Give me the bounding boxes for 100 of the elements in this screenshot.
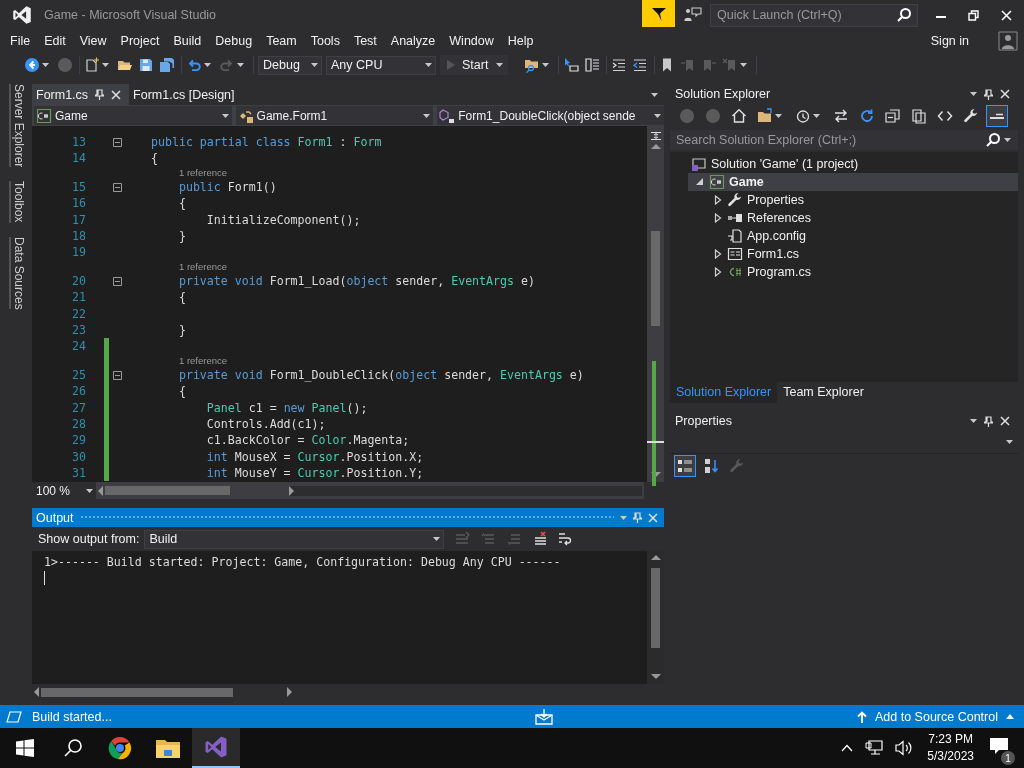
caret-icon[interactable] — [496, 63, 504, 67]
add-to-source-control-button[interactable]: Add to Source Control — [857, 709, 1014, 724]
close-icon[interactable] — [1000, 89, 1010, 99]
toolbar-button[interactable] — [159, 57, 175, 73]
caret-icon[interactable] — [651, 92, 658, 97]
menu-item[interactable]: Test — [346, 32, 384, 50]
menu-item[interactable]: Debug — [208, 32, 260, 50]
search-icon[interactable] — [64, 739, 82, 757]
tree-item[interactable]: Solution 'Game' (1 project) — [670, 155, 1018, 173]
restore-icon[interactable] — [968, 9, 979, 21]
search-icon[interactable] — [986, 133, 1000, 147]
caret-icon[interactable] — [654, 113, 661, 118]
collapse-icon[interactable] — [112, 182, 122, 192]
chevron-up-icon[interactable] — [841, 744, 854, 752]
close-icon[interactable] — [111, 89, 122, 100]
caret-icon[interactable] — [423, 113, 431, 118]
start-icon[interactable] — [16, 739, 34, 757]
navigation-dropdown[interactable]: Game.Form1 — [235, 106, 434, 125]
quick-launch-field[interactable]: Quick Launch (Ctrl+Q) — [710, 3, 918, 27]
menu-item[interactable]: View — [72, 32, 114, 50]
toolbar-button[interactable] — [84, 57, 112, 73]
publish-icon[interactable] — [535, 708, 554, 725]
close-icon[interactable] — [1000, 416, 1010, 426]
pin-icon[interactable] — [984, 415, 993, 427]
caret-icon[interactable] — [42, 63, 49, 67]
menu-item[interactable]: Build — [166, 32, 209, 50]
taskbar-app[interactable] — [192, 728, 240, 768]
start-button[interactable]: Start — [440, 55, 509, 75]
pin-icon[interactable] — [984, 88, 993, 100]
collapsed-arrow-icon[interactable] — [713, 213, 722, 223]
toolbar-button[interactable] — [186, 57, 214, 73]
menu-item[interactable]: Window — [442, 32, 501, 50]
panel-tab[interactable]: Team Explorer — [777, 382, 870, 403]
panel-tab[interactable]: Solution Explorer — [670, 382, 778, 403]
horizontal-scrollbar[interactable] — [96, 482, 644, 499]
navigation-dropdown[interactable]: Form1_DoubleClick(object sende — [437, 106, 664, 125]
caret-icon[interactable] — [542, 63, 550, 67]
toolbar-button[interactable] — [24, 57, 52, 73]
tree-item[interactable]: Game — [688, 173, 1018, 191]
reference-count-link[interactable]: 1 reference — [179, 166, 228, 180]
network-icon[interactable] — [865, 740, 884, 756]
menu-item[interactable]: Analyze — [383, 32, 443, 50]
caret-icon[interactable] — [221, 113, 229, 118]
document-tab[interactable]: Form1.cs — [32, 84, 130, 105]
caret-icon[interactable] — [311, 63, 318, 67]
reference-count-link[interactable]: 1 reference — [179, 260, 228, 274]
vertical-scrollbar[interactable] — [647, 551, 664, 684]
tree-item[interactable]: Form1.cs — [706, 245, 1018, 263]
toolbar-button[interactable] — [986, 105, 1008, 127]
caret-icon[interactable] — [775, 114, 782, 118]
caret-icon[interactable] — [425, 63, 432, 67]
caret-icon[interactable] — [1004, 138, 1011, 142]
toolbar-button[interactable] — [138, 57, 154, 73]
tree-item[interactable]: App.config — [706, 227, 1018, 245]
expanded-arrow-icon[interactable] — [695, 177, 704, 187]
avatar-icon[interactable] — [998, 31, 1018, 51]
clock-date[interactable]: 5/3/2023 — [927, 748, 974, 765]
navigation-dropdown[interactable]: Game — [34, 106, 232, 125]
caret-icon[interactable] — [970, 419, 977, 423]
menu-item[interactable]: Team — [259, 32, 304, 50]
tree-item[interactable]: Program.cs — [706, 263, 1018, 281]
scrollbar-thumb[interactable] — [651, 231, 660, 326]
menu-item[interactable]: Project — [113, 32, 167, 50]
caret-icon[interactable] — [433, 537, 441, 541]
tree-item[interactable]: Properties — [706, 191, 1018, 209]
collapsed-arrow-icon[interactable] — [713, 267, 722, 277]
tree-item[interactable]: References — [706, 209, 1018, 227]
collapse-icon[interactable] — [112, 370, 122, 380]
feedback-button[interactable] — [642, 0, 675, 27]
pin-icon[interactable] — [95, 89, 105, 100]
sign-in-link[interactable]: Sign in — [923, 32, 976, 50]
caret-icon[interactable] — [813, 114, 820, 118]
platform-dropdown[interactable]: Any CPU — [326, 55, 436, 75]
speaker-icon[interactable] — [895, 740, 914, 756]
split-icon[interactable] — [649, 130, 662, 142]
clear-icon[interactable] — [532, 531, 549, 547]
search-icon[interactable] — [897, 7, 911, 22]
caret-icon[interactable] — [970, 92, 977, 96]
toolbar-button[interactable] — [674, 455, 696, 477]
menu-item[interactable]: File — [3, 32, 38, 50]
side-tab[interactable]: Data Sources — [9, 236, 26, 310]
collapsed-arrow-icon[interactable] — [713, 195, 722, 205]
side-tab[interactable]: Toolbox — [9, 181, 26, 223]
clock-time[interactable]: 7:23 PM — [928, 731, 973, 748]
reference-count-link[interactable]: 1 reference — [179, 354, 228, 368]
output-source-dropdown[interactable]: Build — [144, 529, 445, 549]
notification-icon[interactable] — [990, 738, 1008, 755]
collapsed-arrow-icon[interactable] — [713, 249, 722, 259]
side-tab[interactable]: Server Explorer — [9, 84, 26, 168]
scrollbar-thumb[interactable] — [651, 568, 660, 648]
chat-icon[interactable] — [684, 7, 702, 23]
collapse-icon[interactable] — [112, 276, 122, 286]
menu-item[interactable]: Help — [500, 32, 541, 50]
toolbar-button[interactable] — [632, 57, 649, 73]
collapse-icon[interactable] — [112, 137, 122, 147]
toolbar-button[interactable] — [611, 57, 628, 73]
caret-icon[interactable] — [204, 63, 211, 67]
search-field[interactable]: Search Solution Explorer (Ctrl+;) — [670, 130, 1018, 150]
menu-item[interactable]: Tools — [303, 32, 347, 50]
caret-icon[interactable] — [86, 488, 93, 493]
